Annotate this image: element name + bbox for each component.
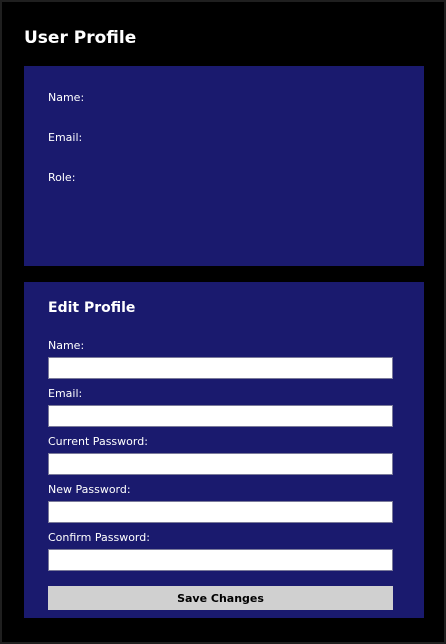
name-field-label: Name:: [48, 339, 85, 352]
current-password-field-label: Current Password:: [48, 435, 148, 448]
name-field[interactable]: [48, 357, 393, 379]
page-title: User Profile: [24, 28, 137, 48]
current-password-field[interactable]: [48, 453, 393, 475]
profile-role-row: Role:: [48, 171, 79, 184]
edit-profile-title: Edit Profile: [48, 300, 136, 316]
new-password-field[interactable]: [48, 501, 393, 523]
profile-info-panel: Name: Email: Role:: [24, 66, 424, 266]
email-field[interactable]: [48, 405, 393, 427]
confirm-password-field-label: Confirm Password:: [48, 531, 150, 544]
email-field-label: Email:: [48, 387, 83, 400]
profile-email-row: Email:: [48, 131, 86, 144]
profile-email-label: Email:: [48, 131, 83, 144]
edit-profile-panel: Edit Profile Name: Email: Current Passwo…: [24, 282, 424, 618]
profile-role-label: Role:: [48, 171, 76, 184]
profile-name-label: Name:: [48, 91, 85, 104]
confirm-password-field[interactable]: [48, 549, 393, 571]
new-password-field-label: New Password:: [48, 483, 131, 496]
profile-name-row: Name:: [48, 91, 88, 104]
save-changes-button[interactable]: Save Changes: [48, 586, 393, 610]
